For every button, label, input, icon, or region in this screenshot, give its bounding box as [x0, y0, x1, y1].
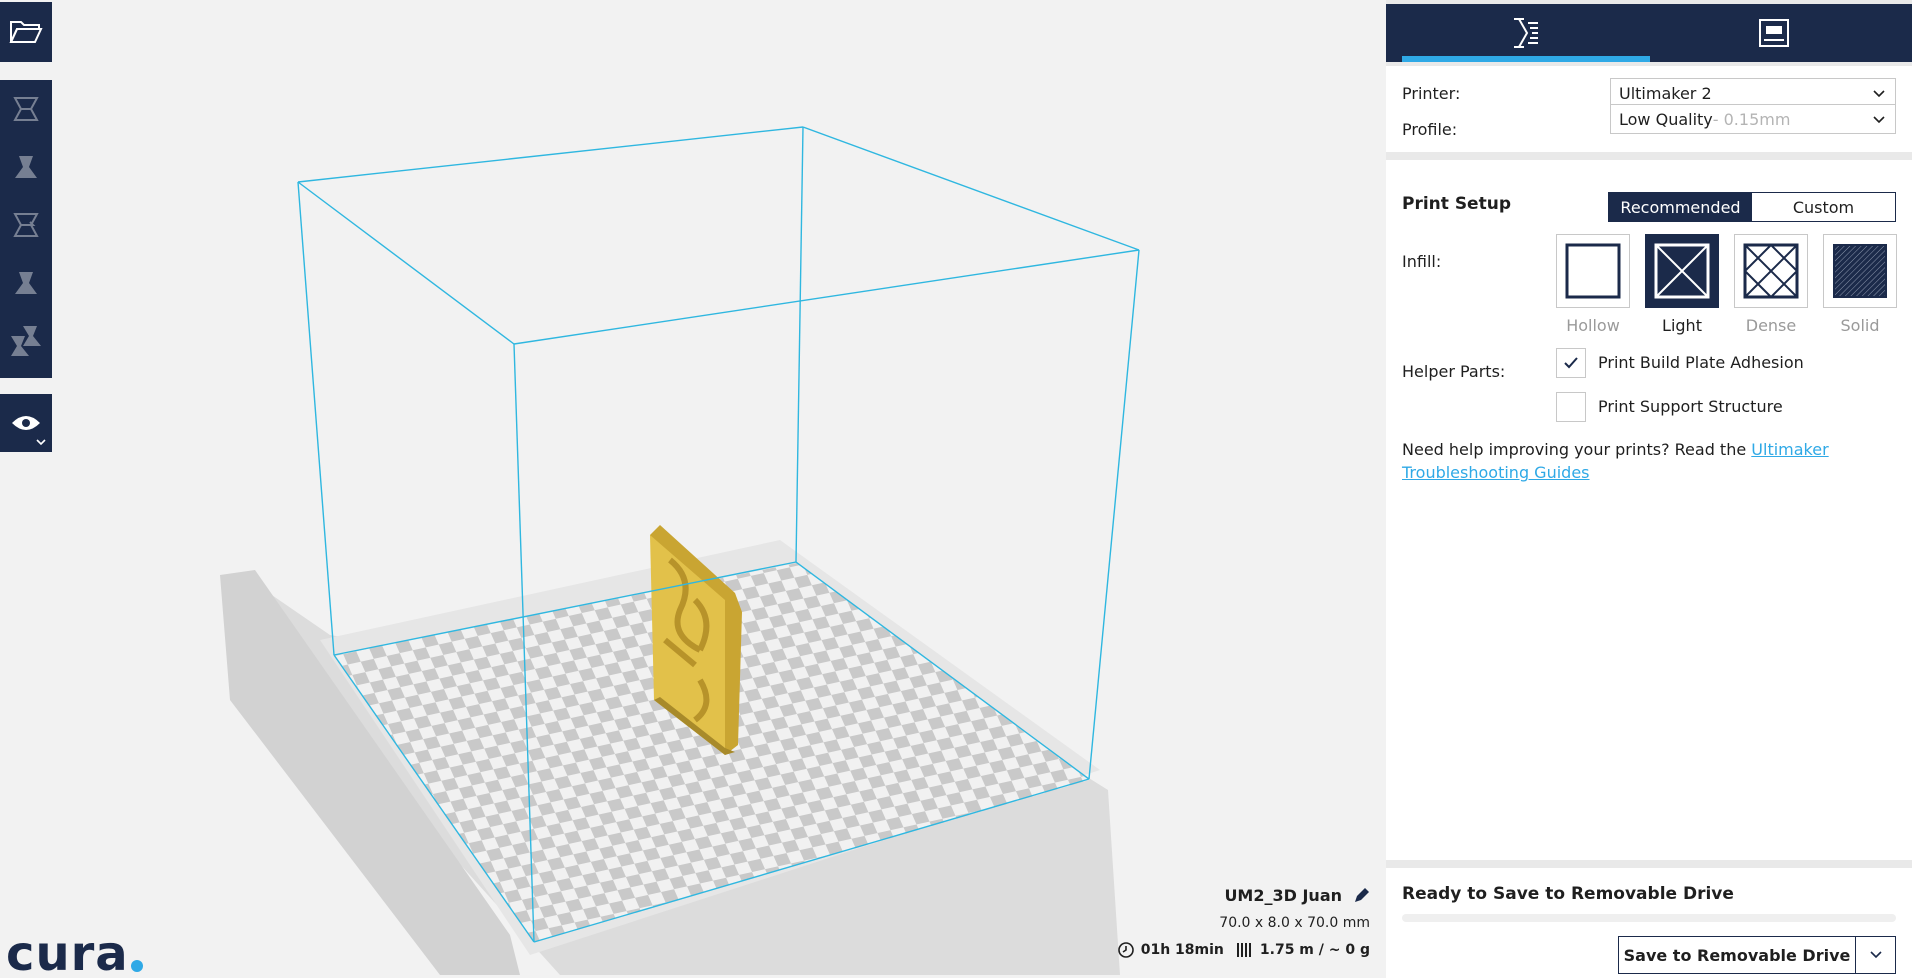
help-text: Need help improving your prints? Read th…	[1402, 438, 1862, 484]
chevron-down-icon	[1873, 116, 1885, 124]
print-time: 01h 18min	[1140, 942, 1224, 958]
monitor-icon	[1759, 19, 1789, 47]
infill-label: Infill:	[1402, 252, 1442, 271]
job-name: UM2_3D Juan	[1224, 886, 1342, 905]
printer-label: Printer:	[1402, 84, 1461, 103]
recommended-mode-button[interactable]: Recommended	[1609, 193, 1752, 221]
setup-mode-toggle: Recommended Custom	[1608, 192, 1896, 222]
rotate-tool-button[interactable]	[0, 196, 52, 254]
print-setup-section: Print Setup Recommended Custom Infill: H…	[1386, 160, 1912, 860]
tab-print-setup[interactable]	[1402, 4, 1650, 62]
logo-dot	[130, 960, 143, 972]
hollow-infill-icon	[1565, 243, 1621, 299]
build-plate-adhesion-label[interactable]: Print Build Plate Adhesion	[1598, 353, 1804, 372]
folder-open-icon	[9, 21, 43, 43]
view-mode-button[interactable]	[0, 394, 52, 452]
tab-monitor[interactable]	[1650, 4, 1898, 62]
slice-progress-bar	[1402, 914, 1896, 922]
eye-icon	[12, 416, 40, 430]
profile-label: Profile:	[1402, 120, 1458, 139]
support-structure-label[interactable]: Print Support Structure	[1598, 397, 1783, 416]
printer-value: Ultimaker 2	[1619, 83, 1712, 103]
custom-mode-button[interactable]: Custom	[1752, 193, 1895, 221]
tool-panel	[0, 80, 52, 378]
job-info: UM2_3D Juan 70.0 x 8.0 x 70.0 mm 01h 18m…	[1117, 886, 1370, 959]
mirror-tool-icon	[15, 272, 37, 294]
scale-tool-icon	[15, 156, 37, 178]
sidebar-tabs	[1386, 4, 1912, 62]
translate-tool-button[interactable]	[0, 80, 52, 138]
3d-viewport[interactable]: cura UM2_3D Juan 70.0 x 8.0 x 70.0 mm 01…	[0, 0, 1386, 978]
per-object-settings-icon	[11, 326, 41, 356]
output-section: Ready to Save to Removable Drive Save to…	[1386, 868, 1912, 978]
mirror-tool-button[interactable]	[0, 254, 52, 312]
infill-label-light: Light	[1662, 316, 1702, 335]
chevron-down-icon	[36, 439, 46, 446]
translate-tool-icon	[13, 97, 39, 121]
support-structure-checkbox[interactable]	[1556, 392, 1586, 422]
helper-parts-label: Helper Parts:	[1402, 362, 1506, 381]
build-plate-adhesion-checkbox[interactable]	[1556, 348, 1586, 378]
solid-infill-icon	[1833, 244, 1887, 298]
infill-option-hollow[interactable]: Hollow	[1556, 234, 1630, 335]
infill-label-dense: Dense	[1745, 316, 1797, 335]
checkmark-icon	[1564, 357, 1578, 369]
pencil-icon[interactable]	[1352, 887, 1370, 905]
chevron-down-icon	[1873, 90, 1885, 98]
filament-icon	[1236, 943, 1251, 957]
cura-logo: cura	[6, 930, 143, 978]
dense-infill-icon	[1743, 243, 1799, 299]
chevron-down-icon	[1869, 951, 1882, 959]
infill-option-solid[interactable]: Solid	[1823, 234, 1897, 335]
profile-layer-height: - 0.15mm	[1712, 109, 1791, 129]
profile-select[interactable]: Low Quality - 0.15mm	[1610, 104, 1896, 134]
per-object-settings-button[interactable]	[0, 312, 52, 370]
infill-option-dense[interactable]: Dense	[1734, 234, 1808, 335]
save-to-removable-drive-button[interactable]: Save to Removable Drive	[1618, 936, 1856, 974]
print-setup-icon	[1514, 18, 1538, 48]
help-intro: Need help improving your prints? Read th…	[1402, 440, 1752, 459]
material-usage: 1.75 m / ~ 0 g	[1259, 942, 1370, 958]
rotate-tool-icon	[13, 213, 39, 237]
profile-value: Low Quality	[1619, 109, 1713, 129]
infill-label-hollow: Hollow	[1566, 316, 1620, 335]
printer-profile-section: Printer: Ultimaker 2 Profile: Low Qualit…	[1386, 66, 1912, 152]
open-file-button[interactable]	[0, 2, 52, 62]
build-volume-scene[interactable]	[0, 0, 1386, 978]
output-device-dropdown[interactable]	[1856, 936, 1896, 974]
logo-text: cura	[6, 926, 129, 978]
clock-icon	[1117, 942, 1134, 958]
infill-option-light[interactable]: Light	[1645, 234, 1719, 335]
status-title: Ready to Save to Removable Drive	[1402, 884, 1734, 904]
print-setup-title: Print Setup	[1402, 194, 1511, 214]
infill-label-solid: Solid	[1840, 316, 1880, 335]
sidebar: Printer: Ultimaker 2 Profile: Low Qualit…	[1386, 0, 1912, 978]
job-dimensions: 70.0 x 8.0 x 70.0 mm	[1219, 915, 1370, 931]
scale-tool-button[interactable]	[0, 138, 52, 196]
light-infill-icon	[1654, 243, 1710, 299]
